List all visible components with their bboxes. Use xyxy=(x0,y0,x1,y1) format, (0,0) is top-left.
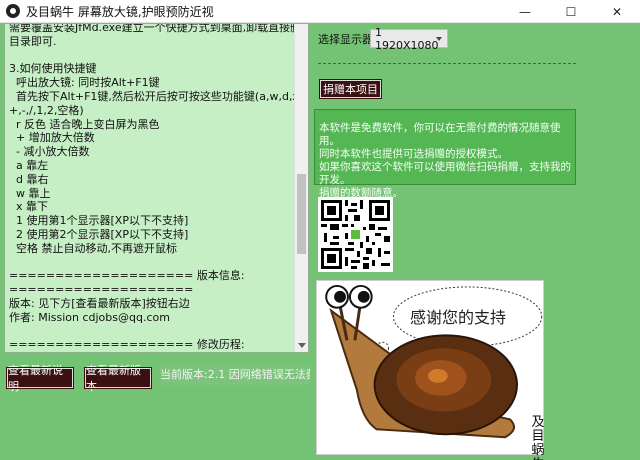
window-title: 及目蜗牛 屏幕放大镜,护眼预防近视 xyxy=(26,4,214,19)
view-manual-button[interactable]: 查看最新说明 xyxy=(6,364,74,393)
title-bar: 及目蜗牛 屏幕放大镜,护眼预防近视 — ☐ ✕ xyxy=(0,0,640,23)
display-select[interactable]: 1 1920X1080 xyxy=(370,26,448,52)
snail-eye-icon xyxy=(6,4,20,18)
display-select-label: 选择显示器 xyxy=(318,33,373,46)
readme-text: 需要覆盖安装JfMd.exe建立一个快捷方式到桌面,卸载直接删除掉所在 目录即可… xyxy=(9,23,309,352)
readme-textarea[interactable]: 需要覆盖安装JfMd.exe建立一个快捷方式到桌面,卸载直接删除掉所在 目录即可… xyxy=(4,23,309,353)
close-button[interactable]: ✕ xyxy=(594,0,640,23)
view-latest-button[interactable]: 查看最新版本 xyxy=(84,364,152,393)
maximize-button[interactable]: ☐ xyxy=(548,0,594,23)
snail-caption: 及目蜗牛 xyxy=(531,415,545,460)
minimize-button[interactable]: — xyxy=(502,0,548,23)
scroll-down-arrow-icon[interactable] xyxy=(298,343,306,348)
divider xyxy=(318,63,576,64)
wechat-qr-code xyxy=(318,197,393,272)
scroll-thumb[interactable] xyxy=(297,174,306,254)
version-status: 当前版本:2.1 因网络错误无法获取新 xyxy=(160,365,310,385)
donate-button[interactable]: 捐赠本项目 xyxy=(319,79,382,99)
readme-scrollbar[interactable] xyxy=(294,24,308,352)
thanks-text: 感谢您的支持 xyxy=(410,308,507,327)
chevron-down-icon xyxy=(436,37,442,41)
info-box: 本软件是免费软件，你可以在无需付费的情况随意使用。 同时本软件也提供可选捐赠的授… xyxy=(314,109,576,199)
main-area: 需要覆盖安装JfMd.exe建立一个快捷方式到桌面,卸载直接删除掉所在 目录即可… xyxy=(0,23,640,460)
info-line: 本软件是免费软件，你可以在无需付费的情况随意使用。 xyxy=(319,122,561,147)
info-line: 同时本软件也提供可选捐赠的授权模式。 xyxy=(319,148,508,160)
window-controls: — ☐ ✕ xyxy=(502,0,640,23)
info-line: 如果你喜欢这个软件可以使用微信扫码捐赠，支持我的开发。 xyxy=(319,161,571,186)
